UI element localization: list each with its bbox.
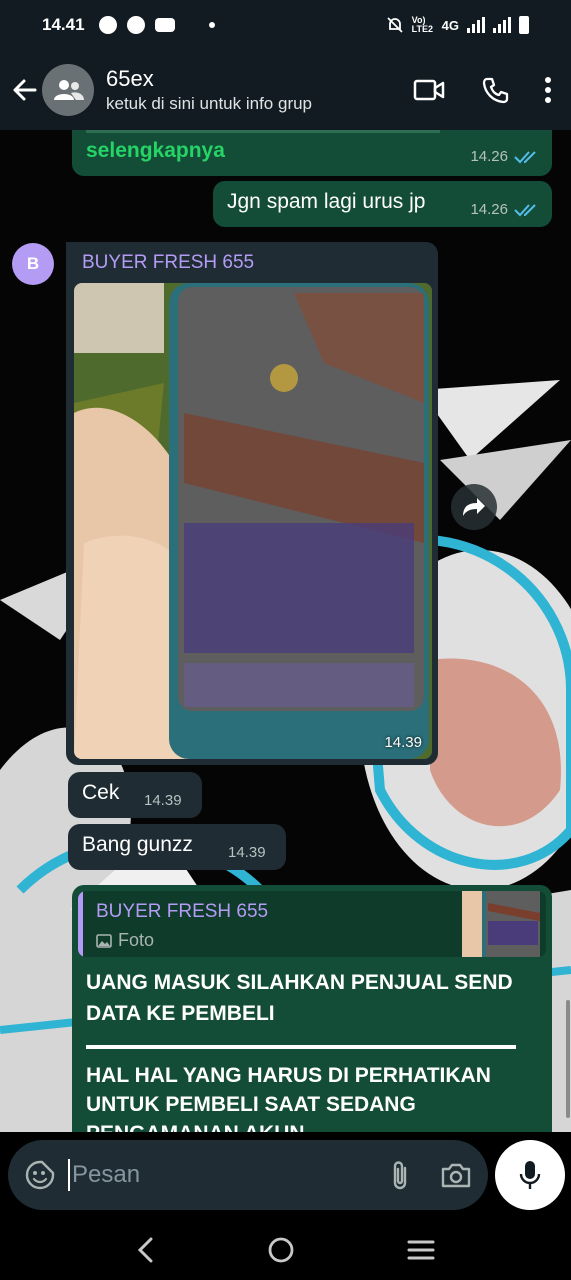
- message-meta: 14.26: [470, 148, 540, 165]
- message-incoming-photo[interactable]: BUYER FRESH 655 14.39: [66, 242, 438, 765]
- group-title: 65ex: [106, 66, 154, 91]
- signal-icon: [467, 17, 485, 33]
- sender-avatar[interactable]: B: [12, 243, 54, 285]
- message-incoming[interactable]: Cek 14.39: [68, 772, 202, 818]
- message-text: Bang gunzz: [82, 833, 193, 856]
- message-text: Jgn spam lagi urus jp: [227, 190, 426, 213]
- more-options-icon[interactable]: [545, 77, 551, 103]
- arrow-back-icon: [13, 79, 37, 101]
- chat-header: 65ex ketuk di sini untuk info grup: [0, 50, 571, 130]
- photo-time: 14.39: [384, 734, 422, 751]
- sender-name[interactable]: BUYER FRESH 655: [82, 252, 254, 274]
- youtube-icon: [154, 18, 175, 32]
- voice-record-button[interactable]: [495, 1140, 565, 1210]
- sticker-emoji-icon[interactable]: [24, 1159, 56, 1191]
- message-input[interactable]: [72, 1161, 352, 1189]
- system-navigation-bar: [0, 1220, 571, 1280]
- group-avatar[interactable]: [42, 64, 94, 116]
- voice-call-icon[interactable]: [481, 76, 509, 104]
- status-right: Vo) LTE2 4G: [386, 16, 529, 34]
- status-time: 14.41: [42, 15, 85, 34]
- nav-home-icon[interactable]: [267, 1236, 295, 1264]
- quoted-type-label: Foto: [118, 930, 155, 950]
- notification-dot-icon: [208, 22, 215, 28]
- message-text: Cek: [82, 781, 120, 804]
- facebook-icon: [98, 16, 117, 34]
- link-preview-edge: [86, 130, 440, 133]
- message-time: 14.39: [144, 792, 182, 809]
- messenger-icon: [126, 16, 145, 34]
- camera-icon[interactable]: [440, 1161, 472, 1189]
- microphone-icon: [519, 1161, 541, 1189]
- message-incoming[interactable]: Bang gunzz 14.39: [68, 824, 286, 870]
- video-call-icon[interactable]: [413, 78, 445, 102]
- message-composer: [8, 1140, 488, 1210]
- divider-line: [86, 1045, 516, 1049]
- message-time: 14.26: [470, 201, 508, 218]
- quoted-message[interactable]: BUYER FRESH 655 Foto: [78, 891, 546, 957]
- message-meta: 14.26: [470, 201, 540, 218]
- message-text-primary: UANG MASUK SILAHKAN PENJUAL SEND DATA KE…: [86, 971, 513, 1025]
- signal-2-icon: [493, 17, 511, 33]
- status-bar: 14.41 Vo) LTE2 4G: [0, 0, 571, 50]
- quote-accent-bar: [78, 891, 83, 957]
- nav-recents-icon[interactable]: [407, 1239, 435, 1261]
- group-subtitle: ketuk di sini untuk info grup: [106, 94, 313, 113]
- forward-icon: [463, 498, 485, 516]
- message-time: 14.39: [228, 844, 266, 861]
- photo-image: [74, 283, 432, 759]
- message-outgoing[interactable]: selengkapnya 14.26: [72, 130, 552, 176]
- attach-icon[interactable]: [390, 1159, 410, 1191]
- forward-button[interactable]: [451, 484, 497, 530]
- quoted-thumbnail: [462, 891, 540, 957]
- group-icon: [54, 80, 84, 100]
- message-outgoing[interactable]: Jgn spam lagi urus jp 14.26: [213, 181, 552, 227]
- message-outgoing-reply[interactable]: BUYER FRESH 655 Foto UANG MASUK SILAHKAN…: [72, 885, 552, 1145]
- quoted-sender: BUYER FRESH 655: [96, 901, 269, 922]
- nav-back-icon[interactable]: [136, 1237, 156, 1263]
- message-time: 14.26: [470, 148, 508, 165]
- network-type: 4G: [441, 17, 459, 33]
- scrollbar-thumb[interactable]: [566, 1000, 570, 1118]
- battery-icon: [519, 16, 529, 34]
- group-info[interactable]: 65ex ketuk di sini untuk info grup: [106, 66, 413, 114]
- read-receipt-icon: [514, 203, 536, 216]
- quoted-type: Foto: [96, 930, 154, 951]
- text-cursor: [68, 1159, 70, 1191]
- photo-attachment[interactable]: 14.39: [74, 283, 432, 759]
- mute-icon: [387, 17, 403, 33]
- read-more-link[interactable]: selengkapnya: [86, 139, 225, 163]
- read-receipt-icon: [514, 150, 536, 163]
- photo-icon: [96, 933, 112, 948]
- volte-label: Vo) LTE2: [411, 15, 433, 34]
